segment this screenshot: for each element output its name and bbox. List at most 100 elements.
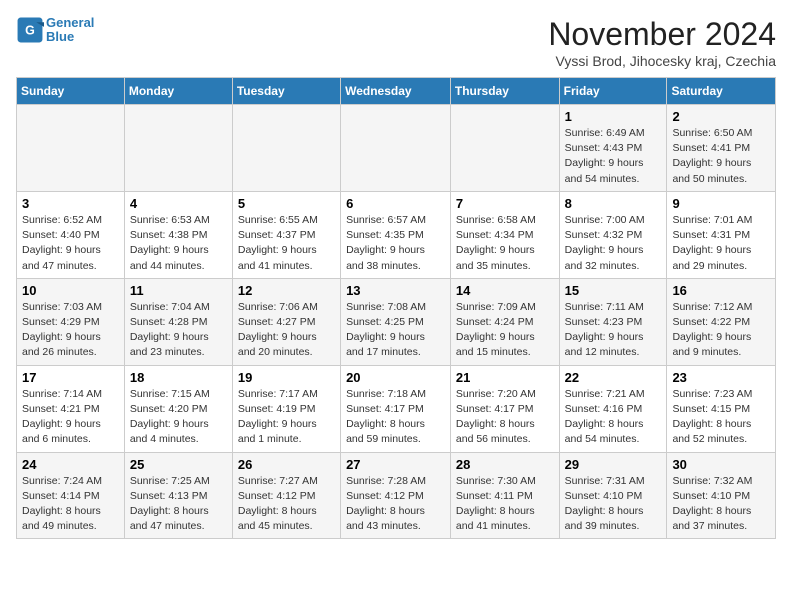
day-info: Sunrise: 7:30 AM Sunset: 4:11 PM Dayligh… <box>456 474 554 535</box>
day-number: 13 <box>346 283 445 298</box>
day-number: 28 <box>456 457 554 472</box>
day-cell: 14 Sunrise: 7:09 AM Sunset: 4:24 PM Dayli… <box>450 278 559 365</box>
day-info: Sunrise: 7:24 AM Sunset: 4:14 PM Dayligh… <box>22 474 119 535</box>
day-cell: 12 Sunrise: 7:06 AM Sunset: 4:27 PM Dayli… <box>232 278 340 365</box>
col-header-saturday: Saturday <box>667 78 776 105</box>
day-number: 12 <box>238 283 335 298</box>
col-header-wednesday: Wednesday <box>341 78 451 105</box>
day-number: 1 <box>565 109 662 124</box>
col-header-monday: Monday <box>124 78 232 105</box>
day-info: Sunrise: 6:50 AM Sunset: 4:41 PM Dayligh… <box>672 126 770 187</box>
day-number: 24 <box>22 457 119 472</box>
day-number: 17 <box>22 370 119 385</box>
day-info: Sunrise: 7:00 AM Sunset: 4:32 PM Dayligh… <box>565 213 662 274</box>
day-number: 23 <box>672 370 770 385</box>
week-row-1: 1 Sunrise: 6:49 AM Sunset: 4:43 PM Daylig… <box>17 105 776 192</box>
day-cell: 17 Sunrise: 7:14 AM Sunset: 4:21 PM Dayli… <box>17 365 125 452</box>
day-info: Sunrise: 7:20 AM Sunset: 4:17 PM Dayligh… <box>456 387 554 448</box>
col-header-thursday: Thursday <box>450 78 559 105</box>
day-cell: 30Sunrise: 7:32 AM Sunset: 4:10 PM Dayli… <box>667 452 776 539</box>
location-title: Vyssi Brod, Jihocesky kraj, Czechia <box>548 53 776 69</box>
day-number: 21 <box>456 370 554 385</box>
day-cell: 13 Sunrise: 7:08 AM Sunset: 4:25 PM Dayli… <box>341 278 451 365</box>
day-cell: 7 Sunrise: 6:58 AM Sunset: 4:34 PM Daylig… <box>450 191 559 278</box>
day-number: 5 <box>238 196 335 211</box>
day-cell: 11 Sunrise: 7:04 AM Sunset: 4:28 PM Dayli… <box>124 278 232 365</box>
day-number: 15 <box>565 283 662 298</box>
day-cell: 22 Sunrise: 7:21 AM Sunset: 4:16 PM Dayli… <box>559 365 667 452</box>
day-info: Sunrise: 7:27 AM Sunset: 4:12 PM Dayligh… <box>238 474 335 535</box>
day-cell: 26 Sunrise: 7:27 AM Sunset: 4:12 PM Dayli… <box>232 452 340 539</box>
day-cell: 18 Sunrise: 7:15 AM Sunset: 4:20 PM Dayli… <box>124 365 232 452</box>
week-row-3: 10Sunrise: 7:03 AM Sunset: 4:29 PM Dayli… <box>17 278 776 365</box>
day-number: 10 <box>22 283 119 298</box>
day-cell: 10Sunrise: 7:03 AM Sunset: 4:29 PM Dayli… <box>17 278 125 365</box>
day-cell: 29 Sunrise: 7:31 AM Sunset: 4:10 PM Dayli… <box>559 452 667 539</box>
day-cell: 5 Sunrise: 6:55 AM Sunset: 4:37 PM Daylig… <box>232 191 340 278</box>
day-info: Sunrise: 7:04 AM Sunset: 4:28 PM Dayligh… <box>130 300 227 361</box>
month-title: November 2024 <box>548 16 776 53</box>
day-cell: 25 Sunrise: 7:25 AM Sunset: 4:13 PM Dayli… <box>124 452 232 539</box>
day-number: 22 <box>565 370 662 385</box>
day-cell: 4 Sunrise: 6:53 AM Sunset: 4:38 PM Daylig… <box>124 191 232 278</box>
day-cell: 20 Sunrise: 7:18 AM Sunset: 4:17 PM Dayli… <box>341 365 451 452</box>
day-number: 11 <box>130 283 227 298</box>
day-number: 16 <box>672 283 770 298</box>
day-cell <box>450 105 559 192</box>
day-cell <box>341 105 451 192</box>
logo-icon: G <box>16 16 44 44</box>
day-cell: 2Sunrise: 6:50 AM Sunset: 4:41 PM Daylig… <box>667 105 776 192</box>
col-header-sunday: Sunday <box>17 78 125 105</box>
day-cell <box>17 105 125 192</box>
day-info: Sunrise: 7:14 AM Sunset: 4:21 PM Dayligh… <box>22 387 119 448</box>
day-info: Sunrise: 6:53 AM Sunset: 4:38 PM Dayligh… <box>130 213 227 274</box>
day-info: Sunrise: 7:18 AM Sunset: 4:17 PM Dayligh… <box>346 387 445 448</box>
day-cell <box>232 105 340 192</box>
day-info: Sunrise: 7:01 AM Sunset: 4:31 PM Dayligh… <box>672 213 770 274</box>
day-cell: 1 Sunrise: 6:49 AM Sunset: 4:43 PM Daylig… <box>559 105 667 192</box>
logo: G General Blue <box>16 16 94 45</box>
day-info: Sunrise: 7:31 AM Sunset: 4:10 PM Dayligh… <box>565 474 662 535</box>
day-info: Sunrise: 6:58 AM Sunset: 4:34 PM Dayligh… <box>456 213 554 274</box>
day-number: 7 <box>456 196 554 211</box>
day-info: Sunrise: 7:12 AM Sunset: 4:22 PM Dayligh… <box>672 300 770 361</box>
day-number: 20 <box>346 370 445 385</box>
day-number: 14 <box>456 283 554 298</box>
day-cell: 15 Sunrise: 7:11 AM Sunset: 4:23 PM Dayli… <box>559 278 667 365</box>
day-info: Sunrise: 7:06 AM Sunset: 4:27 PM Dayligh… <box>238 300 335 361</box>
day-number: 18 <box>130 370 227 385</box>
day-number: 26 <box>238 457 335 472</box>
day-number: 4 <box>130 196 227 211</box>
day-info: Sunrise: 7:08 AM Sunset: 4:25 PM Dayligh… <box>346 300 445 361</box>
day-number: 25 <box>130 457 227 472</box>
day-cell: 3Sunrise: 6:52 AM Sunset: 4:40 PM Daylig… <box>17 191 125 278</box>
header: G General Blue November 2024 Vyssi Brod,… <box>16 16 776 69</box>
day-number: 27 <box>346 457 445 472</box>
day-number: 3 <box>22 196 119 211</box>
day-cell: 8Sunrise: 7:00 AM Sunset: 4:32 PM Daylig… <box>559 191 667 278</box>
day-info: Sunrise: 6:55 AM Sunset: 4:37 PM Dayligh… <box>238 213 335 274</box>
calendar-header-row: SundayMondayTuesdayWednesdayThursdayFrid… <box>17 78 776 105</box>
day-cell: 6Sunrise: 6:57 AM Sunset: 4:35 PM Daylig… <box>341 191 451 278</box>
day-info: Sunrise: 6:57 AM Sunset: 4:35 PM Dayligh… <box>346 213 445 274</box>
day-cell: 9 Sunrise: 7:01 AM Sunset: 4:31 PM Daylig… <box>667 191 776 278</box>
day-info: Sunrise: 7:32 AM Sunset: 4:10 PM Dayligh… <box>672 474 770 535</box>
calendar-table: SundayMondayTuesdayWednesdayThursdayFrid… <box>16 77 776 539</box>
day-info: Sunrise: 6:49 AM Sunset: 4:43 PM Dayligh… <box>565 126 662 187</box>
day-cell: 16 Sunrise: 7:12 AM Sunset: 4:22 PM Dayli… <box>667 278 776 365</box>
col-header-friday: Friday <box>559 78 667 105</box>
day-info: Sunrise: 7:15 AM Sunset: 4:20 PM Dayligh… <box>130 387 227 448</box>
day-number: 29 <box>565 457 662 472</box>
logo-line2: Blue <box>46 29 74 44</box>
day-number: 9 <box>672 196 770 211</box>
svg-text:G: G <box>25 24 35 38</box>
day-info: Sunrise: 7:21 AM Sunset: 4:16 PM Dayligh… <box>565 387 662 448</box>
day-info: Sunrise: 7:11 AM Sunset: 4:23 PM Dayligh… <box>565 300 662 361</box>
week-row-2: 3Sunrise: 6:52 AM Sunset: 4:40 PM Daylig… <box>17 191 776 278</box>
day-info: Sunrise: 7:09 AM Sunset: 4:24 PM Dayligh… <box>456 300 554 361</box>
day-cell: 27Sunrise: 7:28 AM Sunset: 4:12 PM Dayli… <box>341 452 451 539</box>
day-cell: 28 Sunrise: 7:30 AM Sunset: 4:11 PM Dayli… <box>450 452 559 539</box>
logo-line1: General <box>46 15 94 30</box>
day-cell: 24 Sunrise: 7:24 AM Sunset: 4:14 PM Dayli… <box>17 452 125 539</box>
day-info: Sunrise: 7:25 AM Sunset: 4:13 PM Dayligh… <box>130 474 227 535</box>
